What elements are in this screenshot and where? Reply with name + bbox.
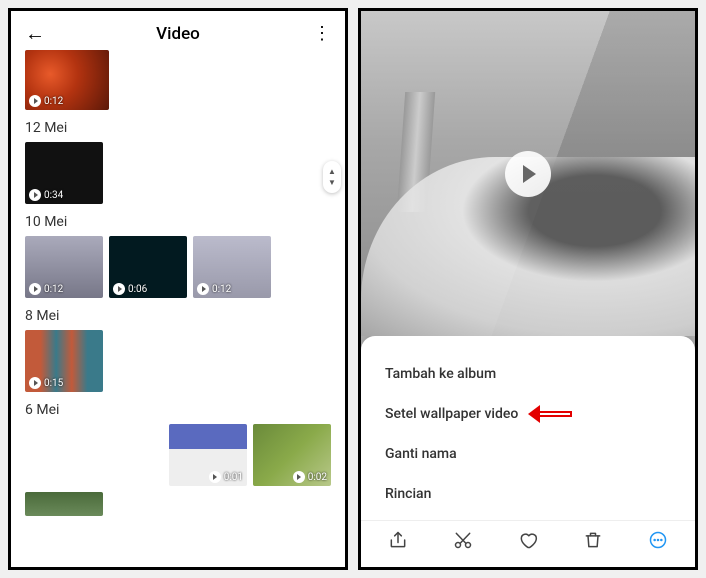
date-label: 10 Mei xyxy=(25,214,331,230)
bottom-toolbar xyxy=(361,520,695,561)
gallery: 0:12 12 Mei 0:34 10 Mei 0:12 0:06 0:12 8… xyxy=(11,56,345,530)
gallery-screen: ← Video ⋮ 0:12 12 Mei 0:34 10 Mei 0:12 0… xyxy=(8,8,348,570)
play-button[interactable] xyxy=(505,151,551,197)
video-thumb[interactable]: 0:01 xyxy=(169,424,247,486)
more-icon[interactable] xyxy=(647,529,669,551)
back-button[interactable]: ← xyxy=(25,21,45,46)
sheet-details[interactable]: Rincian xyxy=(385,474,671,514)
video-thumb[interactable]: 0:06 xyxy=(109,236,187,298)
video-thumb[interactable]: 0:12 xyxy=(25,50,109,110)
trash-icon[interactable] xyxy=(582,529,604,551)
annotation-arrow xyxy=(528,407,572,421)
cut-icon[interactable] xyxy=(452,529,474,551)
menu-button[interactable]: ⋮ xyxy=(313,23,331,44)
date-label: 8 Mei xyxy=(25,308,331,324)
scroll-handle[interactable]: ▲▼ xyxy=(323,161,341,193)
video-thumb[interactable]: 0:12 xyxy=(25,236,103,298)
video-thumb[interactable]: 0:12 xyxy=(193,236,271,298)
video-thumb[interactable]: 0:34 xyxy=(25,142,103,204)
video-thumb[interactable]: 0:15 xyxy=(25,330,103,392)
video-thumb[interactable] xyxy=(25,492,103,516)
sheet-set-video-wallpaper[interactable]: Setel wallpaper video xyxy=(385,394,671,434)
video-thumb[interactable]: 0:02 xyxy=(253,424,331,486)
heart-icon[interactable] xyxy=(517,529,539,551)
share-icon[interactable] xyxy=(387,529,409,551)
date-label: 6 Mei xyxy=(25,402,331,418)
action-sheet: Tambah ke album Setel wallpaper video Ga… xyxy=(361,336,695,567)
viewer-screen: Tambah ke album Setel wallpaper video Ga… xyxy=(358,8,698,570)
sheet-add-to-album[interactable]: Tambah ke album xyxy=(385,354,671,394)
sheet-rename[interactable]: Ganti nama xyxy=(385,434,671,474)
date-label: 12 Mei xyxy=(25,120,331,136)
video-preview[interactable] xyxy=(361,11,695,336)
page-title: Video xyxy=(156,24,200,44)
